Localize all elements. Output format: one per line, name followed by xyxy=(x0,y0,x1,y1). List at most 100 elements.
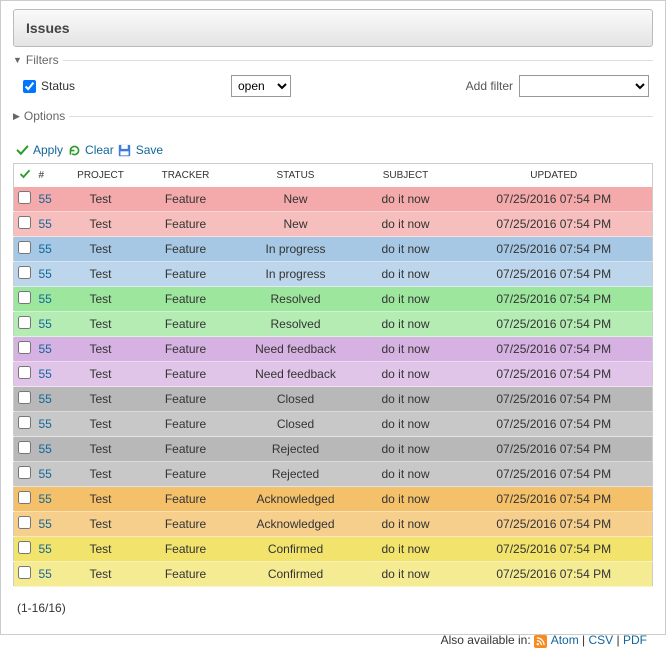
row-checkbox[interactable] xyxy=(18,466,31,479)
table-row[interactable]: 55TestFeatureNewdo it now07/25/2016 07:5… xyxy=(14,187,653,212)
cell-updated: 07/25/2016 07:54 PM xyxy=(456,562,653,587)
reload-icon xyxy=(67,143,81,157)
table-row[interactable]: 55TestFeatureCloseddo it now07/25/2016 0… xyxy=(14,412,653,437)
issues-table: # PROJECT TRACKER STATUS SUBJECT UPDATED… xyxy=(13,163,653,587)
table-row[interactable]: 55TestFeatureAcknowledgeddo it now07/25/… xyxy=(14,512,653,537)
cell-status: New xyxy=(236,212,356,237)
cell-tracker: Feature xyxy=(136,362,236,387)
table-header-row: # PROJECT TRACKER STATUS SUBJECT UPDATED xyxy=(14,164,653,188)
col-status[interactable]: STATUS xyxy=(236,164,356,188)
cell-updated: 07/25/2016 07:54 PM xyxy=(456,212,653,237)
issue-id-link[interactable]: 55 xyxy=(39,342,52,356)
issue-id-link[interactable]: 55 xyxy=(39,192,52,206)
table-row[interactable]: 55TestFeatureConfirmeddo it now07/25/201… xyxy=(14,537,653,562)
cell-status: Acknowledged xyxy=(236,512,356,537)
row-checkbox[interactable] xyxy=(18,516,31,529)
col-subject[interactable]: SUBJECT xyxy=(356,164,456,188)
add-filter-select[interactable] xyxy=(519,75,649,97)
table-row[interactable]: 55TestFeatureResolveddo it now07/25/2016… xyxy=(14,312,653,337)
col-updated[interactable]: UPDATED xyxy=(456,164,653,188)
row-checkbox[interactable] xyxy=(18,366,31,379)
cell-status: Need feedback xyxy=(236,362,356,387)
cell-project: Test xyxy=(66,362,136,387)
cell-project: Test xyxy=(66,312,136,337)
issue-id-link[interactable]: 55 xyxy=(39,392,52,406)
table-row[interactable]: 55TestFeatureNeed feedbackdo it now07/25… xyxy=(14,337,653,362)
table-row[interactable]: 55TestFeatureNewdo it now07/25/2016 07:5… xyxy=(14,212,653,237)
cell-tracker: Feature xyxy=(136,212,236,237)
cell-subject: do it now xyxy=(356,487,456,512)
issue-id-link[interactable]: 55 xyxy=(39,367,52,381)
filter-status-checkbox[interactable] xyxy=(23,80,36,93)
issue-id-link[interactable]: 55 xyxy=(39,442,52,456)
options-fieldset: ▶ Options xyxy=(13,109,653,133)
col-check[interactable] xyxy=(14,164,36,188)
row-checkbox[interactable] xyxy=(18,391,31,404)
cell-status: In progress xyxy=(236,262,356,287)
issue-id-link[interactable]: 55 xyxy=(39,317,52,331)
issue-id-link[interactable]: 55 xyxy=(39,492,52,506)
table-row[interactable]: 55TestFeatureConfirmeddo it now07/25/201… xyxy=(14,562,653,587)
cell-updated: 07/25/2016 07:54 PM xyxy=(456,337,653,362)
cell-tracker: Feature xyxy=(136,562,236,587)
cell-updated: 07/25/2016 07:54 PM xyxy=(456,237,653,262)
row-checkbox[interactable] xyxy=(18,216,31,229)
table-row[interactable]: 55TestFeatureCloseddo it now07/25/2016 0… xyxy=(14,387,653,412)
row-checkbox[interactable] xyxy=(18,491,31,504)
col-tracker[interactable]: TRACKER xyxy=(136,164,236,188)
table-row[interactable]: 55TestFeatureIn progressdo it now07/25/2… xyxy=(14,237,653,262)
cell-tracker: Feature xyxy=(136,337,236,362)
table-row[interactable]: 55TestFeatureAcknowledgeddo it now07/25/… xyxy=(14,487,653,512)
cell-project: Test xyxy=(66,462,136,487)
row-checkbox[interactable] xyxy=(18,566,31,579)
cell-subject: do it now xyxy=(356,187,456,212)
table-row[interactable]: 55TestFeatureRejecteddo it now07/25/2016… xyxy=(14,437,653,462)
col-project[interactable]: PROJECT xyxy=(66,164,136,188)
filter-row-status: Status open Add filter xyxy=(13,71,653,99)
export-pdf[interactable]: PDF xyxy=(623,633,647,647)
cell-status: Closed xyxy=(236,387,356,412)
issue-id-link[interactable]: 55 xyxy=(39,292,52,306)
issue-id-link[interactable]: 55 xyxy=(39,417,52,431)
row-checkbox[interactable] xyxy=(18,266,31,279)
filter-status-label: Status xyxy=(41,79,75,93)
issue-id-link[interactable]: 55 xyxy=(39,217,52,231)
table-row[interactable]: 55TestFeatureNeed feedbackdo it now07/25… xyxy=(14,362,653,387)
cell-updated: 07/25/2016 07:54 PM xyxy=(456,512,653,537)
issue-id-link[interactable]: 55 xyxy=(39,567,52,581)
cell-status: Closed xyxy=(236,412,356,437)
issue-id-link[interactable]: 55 xyxy=(39,467,52,481)
options-toggle[interactable]: ▶ Options xyxy=(13,109,69,123)
cell-updated: 07/25/2016 07:54 PM xyxy=(456,537,653,562)
row-checkbox[interactable] xyxy=(18,291,31,304)
table-row[interactable]: 55TestFeatureRejecteddo it now07/25/2016… xyxy=(14,462,653,487)
row-checkbox[interactable] xyxy=(18,316,31,329)
cell-status: Acknowledged xyxy=(236,487,356,512)
table-row[interactable]: 55TestFeatureIn progressdo it now07/25/2… xyxy=(14,262,653,287)
clear-button[interactable]: Clear xyxy=(85,143,114,157)
apply-button[interactable]: Apply xyxy=(33,143,63,157)
export-csv[interactable]: CSV xyxy=(589,633,614,647)
chevron-right-icon: ▶ xyxy=(13,111,20,122)
cell-project: Test xyxy=(66,237,136,262)
pagination-info: (1-16/16) xyxy=(17,601,649,615)
filters-toggle[interactable]: ▼ Filters xyxy=(13,53,63,67)
cell-updated: 07/25/2016 07:54 PM xyxy=(456,437,653,462)
row-checkbox[interactable] xyxy=(18,341,31,354)
save-button[interactable]: Save xyxy=(136,143,163,157)
save-icon xyxy=(118,143,132,157)
filter-status-operator[interactable]: open xyxy=(231,75,291,97)
export-atom[interactable]: Atom xyxy=(551,633,579,647)
row-checkbox[interactable] xyxy=(18,541,31,554)
issue-id-link[interactable]: 55 xyxy=(39,517,52,531)
row-checkbox[interactable] xyxy=(18,241,31,254)
chevron-down-icon: ▼ xyxy=(13,55,22,65)
row-checkbox[interactable] xyxy=(18,441,31,454)
row-checkbox[interactable] xyxy=(18,416,31,429)
row-checkbox[interactable] xyxy=(18,191,31,204)
issue-id-link[interactable]: 55 xyxy=(39,242,52,256)
issue-id-link[interactable]: 55 xyxy=(39,542,52,556)
issue-id-link[interactable]: 55 xyxy=(39,267,52,281)
table-row[interactable]: 55TestFeatureResolveddo it now07/25/2016… xyxy=(14,287,653,312)
col-id[interactable]: # xyxy=(36,164,66,188)
